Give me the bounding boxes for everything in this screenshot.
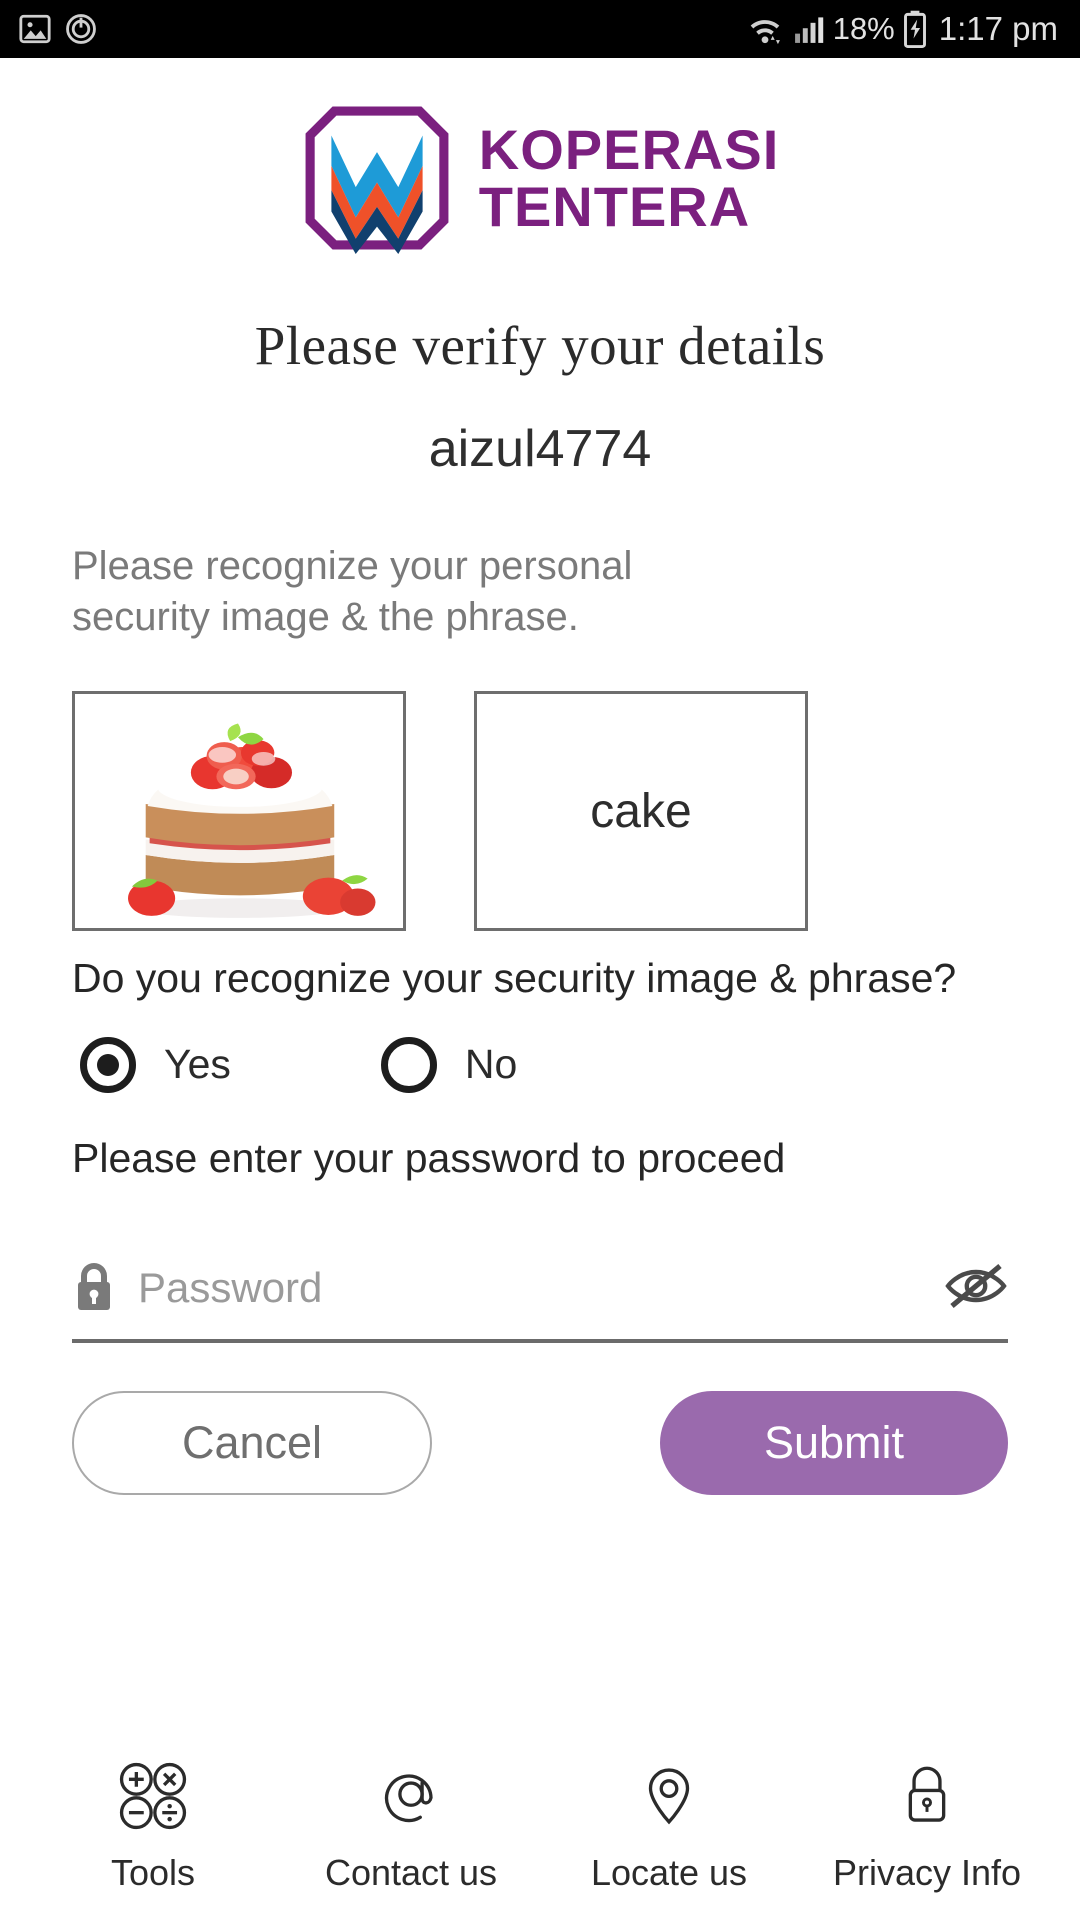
battery-charging-icon	[902, 10, 928, 48]
koperasi-tentera-logo	[301, 102, 453, 254]
status-bar-clock: 1:17 pm	[938, 10, 1058, 47]
lock-icon	[72, 1260, 116, 1317]
password-input[interactable]: Password	[138, 1264, 944, 1312]
radio-yes-dot	[97, 1053, 119, 1076]
action-buttons: Cancel Submit	[72, 1390, 1008, 1495]
footer-label-locate-us: Locate us	[590, 1852, 748, 1893]
password-prompt: Please enter your password to proceed	[72, 1134, 786, 1181]
brand-wordmark: KOPERASI TENTERA	[479, 121, 780, 235]
calculator-icon	[116, 1759, 190, 1838]
page-title: Please verify your details	[254, 315, 826, 376]
status-bar-left-icons	[18, 12, 98, 46]
submit-button[interactable]: Submit	[660, 1390, 1008, 1495]
brand-header: KOPERASI TENTERA	[0, 102, 1080, 254]
cancel-button[interactable]: Cancel	[72, 1390, 432, 1495]
footer-label-contact-us: Contact us	[324, 1852, 498, 1893]
username-label: aizul4774	[428, 420, 652, 478]
radio-option-no[interactable]: No	[380, 1036, 518, 1093]
app-screen: 18% 1:17 pm KOPERASI TENTERA Please veri…	[0, 0, 1080, 1920]
radio-no-circle[interactable]	[380, 1036, 437, 1093]
eye-off-icon[interactable]	[944, 1262, 1008, 1315]
recognize-radio-group: Yes No	[80, 1036, 1080, 1093]
cellular-signal-icon	[792, 12, 826, 46]
footer-label-privacy-info: Privacy Info	[832, 1852, 1022, 1893]
footer-nav: Tools Contact us Locate us Privacy Info	[0, 1759, 1080, 1894]
brand-line-2: TENTERA	[478, 175, 751, 238]
recognize-question: Do you recognize your security image & p…	[72, 955, 957, 1002]
power-sync-icon	[64, 12, 98, 46]
footer-label-tools: Tools	[110, 1852, 196, 1893]
radio-no-label: No	[464, 1041, 518, 1088]
at-sign-icon	[374, 1759, 448, 1838]
wifi-icon	[745, 11, 785, 47]
security-phrase-text: cake	[590, 784, 692, 838]
instruction-text: Please recognize your personal security …	[72, 544, 633, 640]
footer-item-tools[interactable]: Tools	[38, 1759, 268, 1894]
password-field-row[interactable]: Password	[72, 1260, 1008, 1343]
footer-item-privacy-info[interactable]: Privacy Info	[812, 1759, 1042, 1894]
map-pin-icon	[632, 1759, 706, 1838]
status-bar: 18% 1:17 pm	[0, 0, 1080, 58]
battery-percent-label: 18%	[832, 11, 895, 46]
security-phrase-box: cake	[474, 691, 808, 932]
status-bar-right-icons: 18% 1:17 pm	[745, 10, 1058, 48]
footer-item-locate-us[interactable]: Locate us	[554, 1759, 784, 1894]
footer-item-contact-us[interactable]: Contact us	[296, 1759, 526, 1894]
radio-yes-label: Yes	[164, 1041, 231, 1088]
security-image-box	[72, 691, 406, 932]
brand-line-1: KOPERASI	[478, 117, 780, 181]
radio-option-yes[interactable]: Yes	[80, 1036, 231, 1093]
radio-yes-circle[interactable]	[80, 1036, 136, 1093]
security-panels: cake	[72, 691, 1008, 932]
strawberry-layer-cake-image	[75, 694, 403, 929]
image-icon	[18, 12, 52, 46]
padlock-icon	[890, 1759, 964, 1838]
